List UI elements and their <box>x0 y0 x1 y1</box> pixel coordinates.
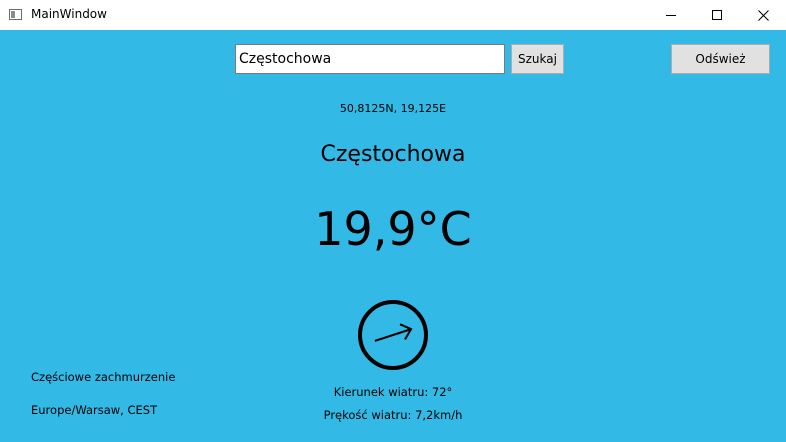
app-icon <box>9 9 22 20</box>
maximize-button[interactable] <box>694 0 740 30</box>
wind-direction-label: Kierunek wiatru: 72° <box>333 385 453 399</box>
main-window: MainWindow Szukaj Odśwież 50,8125N, 19,1… <box>0 0 786 442</box>
wind-arrow <box>374 323 413 342</box>
close-button[interactable] <box>740 0 786 30</box>
city-name: Częstochowa <box>320 142 466 167</box>
search-input[interactable] <box>235 44 505 74</box>
refresh-button[interactable]: Odśwież <box>671 44 770 74</box>
weather-panel: Szukaj Odśwież 50,8125N, 19,125E Częstoc… <box>0 30 786 442</box>
timezone-label: Europe/Warsaw, CEST <box>31 403 158 417</box>
minimize-button[interactable] <box>648 0 694 30</box>
search-button[interactable]: Szukaj <box>511 44 564 74</box>
coordinates-label: 50,8125N, 19,125E <box>339 102 447 115</box>
wind-direction-icon <box>358 300 428 370</box>
close-icon <box>757 9 769 21</box>
title-bar[interactable]: MainWindow <box>0 0 786 30</box>
window-title: MainWindow <box>31 7 107 21</box>
weather-description: Częściowe zachmurzenie <box>31 370 176 384</box>
minimize-icon <box>666 15 676 16</box>
temperature-value: 19,9°C <box>314 202 472 256</box>
maximize-icon <box>712 10 722 20</box>
